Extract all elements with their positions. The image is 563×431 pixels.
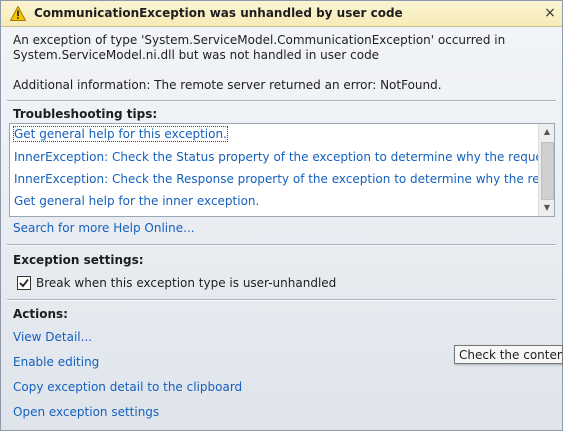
divider (7, 299, 556, 301)
search-help-online-link[interactable]: Search for more Help Online... (13, 221, 195, 235)
exception-message-line-2: System.ServiceModel.ni.dll but was not h… (13, 48, 380, 62)
additional-information: Additional information: The remote serve… (13, 78, 442, 92)
tip-status-property-link[interactable]: InnerException: Check the Status propert… (14, 150, 554, 164)
actions-heading: Actions: (13, 307, 68, 321)
tooltip-text: Check the content o (459, 348, 562, 362)
dialog-title-bar: CommunicationException was unhandled by … (1, 1, 562, 27)
close-button[interactable]: × (541, 4, 559, 22)
tip-general-help-link[interactable]: Get general help for this exception. (13, 126, 228, 142)
exception-assistant-dialog: CommunicationException was unhandled by … (0, 0, 563, 431)
close-icon: × (544, 5, 556, 21)
break-when-unhandled-checkbox[interactable] (17, 276, 31, 290)
warning-icon (10, 6, 26, 21)
troubleshooting-tips-list: Get general help for this exception. Inn… (9, 123, 555, 217)
dialog-title: CommunicationException was unhandled by … (34, 6, 403, 20)
tip-response-property-link[interactable]: InnerException: Check the Response prope… (14, 172, 554, 186)
divider (7, 100, 556, 102)
open-exception-settings-link[interactable]: Open exception settings (13, 405, 159, 419)
break-when-unhandled-label: Break when this exception type is user-u… (36, 276, 337, 290)
scroll-up-icon[interactable]: ▲ (539, 124, 554, 140)
scrollbar-thumb[interactable] (541, 142, 554, 200)
checkmark-icon (19, 278, 29, 288)
divider (7, 244, 556, 246)
enable-editing-link[interactable]: Enable editing (13, 355, 99, 369)
tooltip: Check the content o (454, 345, 563, 364)
scroll-down-icon[interactable]: ▼ (539, 200, 554, 216)
troubleshooting-heading: Troubleshooting tips: (13, 107, 158, 121)
exception-settings-heading: Exception settings: (13, 253, 144, 267)
tip-inner-exception-help-link[interactable]: Get general help for the inner exception… (14, 194, 259, 208)
exception-message-line-1: An exception of type 'System.ServiceMode… (13, 33, 506, 47)
view-detail-link[interactable]: View Detail... (13, 330, 92, 344)
copy-exception-detail-link[interactable]: Copy exception detail to the clipboard (13, 380, 242, 394)
tips-scrollbar[interactable]: ▲ ▼ (538, 124, 554, 216)
